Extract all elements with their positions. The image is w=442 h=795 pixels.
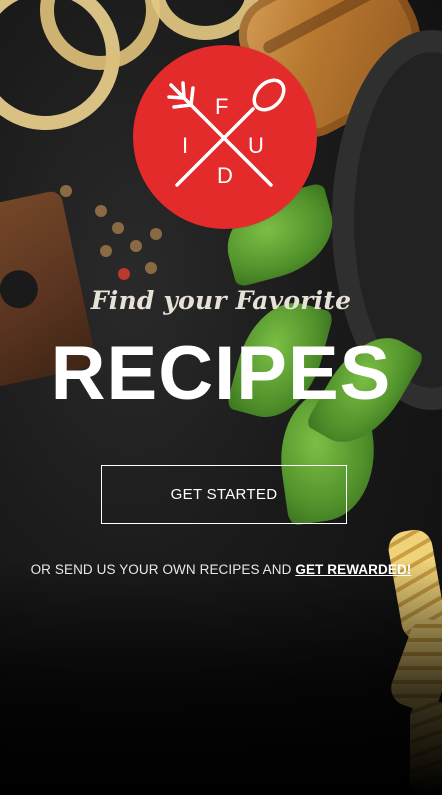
peppercorn-decoration bbox=[95, 205, 107, 217]
logo-letter: D bbox=[217, 163, 233, 188]
pasta-decoration bbox=[0, 0, 142, 152]
submit-recipes-text: OR SEND US YOUR OWN RECIPES AND bbox=[30, 562, 292, 577]
fusilli-decoration bbox=[386, 614, 442, 716]
get-started-button[interactable]: GET STARTED bbox=[101, 465, 347, 524]
peppercorn-decoration bbox=[130, 240, 142, 252]
peppercorn-decoration bbox=[118, 268, 130, 280]
peppercorn-decoration bbox=[100, 245, 112, 257]
logo-letter: F bbox=[215, 94, 229, 119]
hero-tagline: Find your Favorite bbox=[90, 286, 352, 315]
logo-letter: I bbox=[182, 133, 189, 158]
get-rewarded-link[interactable]: GET REWARDED! bbox=[295, 562, 411, 577]
pasta-decoration bbox=[150, 0, 260, 40]
fusilli-decoration bbox=[410, 700, 442, 795]
peppercorn-decoration bbox=[112, 222, 124, 234]
bottom-gradient bbox=[0, 560, 442, 795]
peppercorn-decoration bbox=[145, 262, 157, 274]
submit-recipes-prompt: OR SEND US YOUR OWN RECIPES AND GET REWA… bbox=[0, 562, 442, 577]
logo-letter: U bbox=[248, 133, 264, 158]
peppercorn-decoration bbox=[150, 228, 162, 240]
hero-headline: RECIPES bbox=[50, 331, 392, 416]
app-logo: F I U D bbox=[133, 45, 317, 229]
splash-screen: F I U D Find your Favorite RECIPES GET S… bbox=[0, 0, 442, 795]
peppercorn-decoration bbox=[60, 185, 72, 197]
fusilli-decoration bbox=[385, 527, 442, 643]
